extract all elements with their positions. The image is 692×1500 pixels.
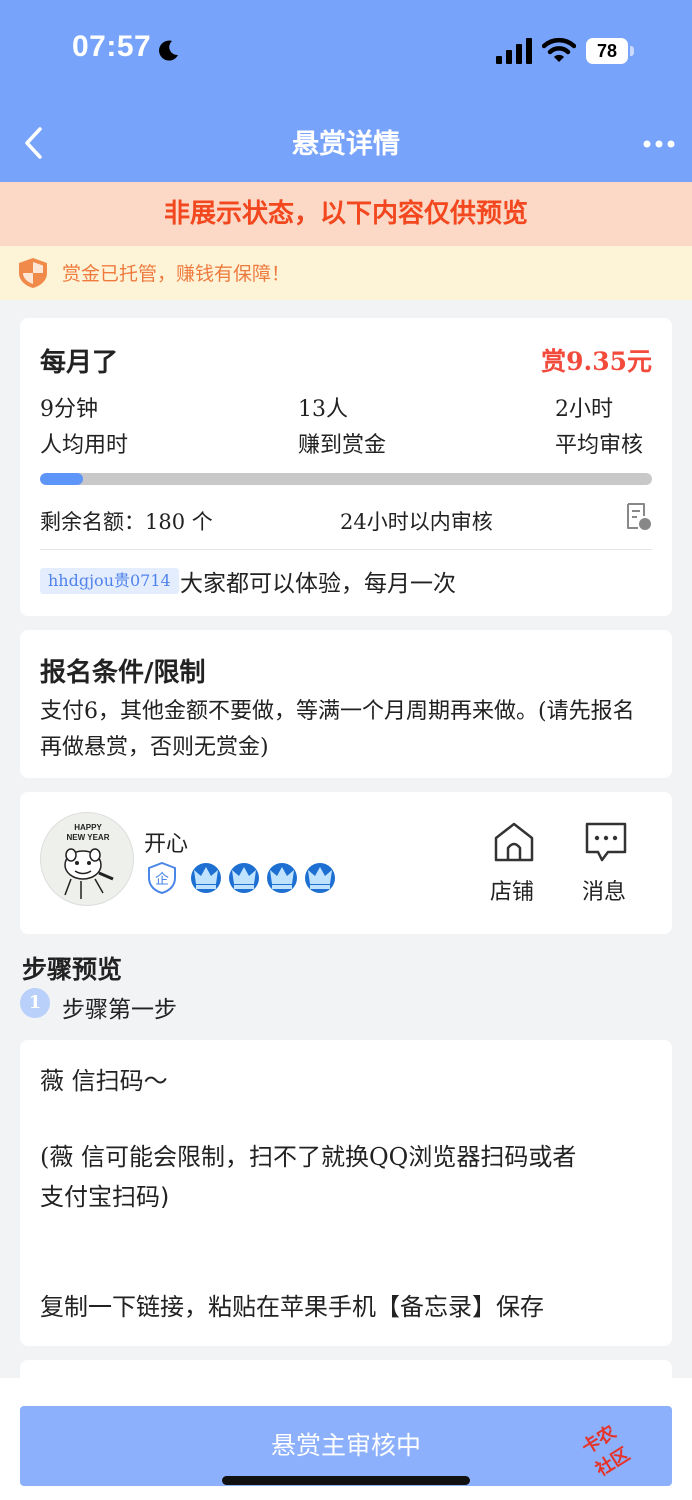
step-line: (薇 信可能会限制，扫不了就换QQ浏览器扫码或者: [40, 1143, 577, 1171]
crown-icon: [191, 863, 221, 893]
task-title: 每月了: [40, 348, 119, 378]
task-description: 大家都可以体验，每月一次: [180, 571, 456, 597]
enterprise-badge-icon: 企: [148, 862, 176, 894]
divider: [40, 549, 652, 550]
step-content-card: 薇 信扫码～ (薇 信可能会限制，扫不了就换QQ浏览器扫码或者 支付宝扫码) 复…: [20, 1040, 672, 1346]
step-label: 步骤第一步: [62, 997, 177, 1023]
stat-review: 2小时 平均审核: [555, 392, 643, 464]
requirements-title: 报名条件/限制: [40, 658, 206, 688]
requirements-body: 支付6，其他金额不要做，等满一个月周期再来做。(请先报名再做悬赏，否则无赏金): [40, 699, 635, 760]
step-number-badge: 1: [20, 988, 50, 1018]
steps-heading: 步骤预览: [22, 955, 123, 984]
stat-label: 平均审核: [555, 433, 644, 458]
document-icon[interactable]: [624, 502, 652, 532]
quota-progress-bar: [40, 473, 652, 485]
message-icon[interactable]: [584, 820, 628, 864]
crown-icon: [267, 863, 297, 893]
shop-icon[interactable]: [492, 820, 536, 864]
publisher-card: HAPPY NEW YEAR 开心 企 店铺 消息: [20, 792, 672, 934]
status-button[interactable]: 悬赏主审核中: [20, 1406, 672, 1486]
stat-value: 13人: [298, 397, 348, 422]
stat-value: 9分钟: [40, 397, 98, 422]
shop-button[interactable]: 店铺: [490, 874, 534, 906]
home-indicator: [222, 1476, 470, 1485]
step-line: 复制一下链接，粘贴在苹果手机【备忘录】保存: [40, 1293, 544, 1321]
task-card: 每月了 赏9.35元 9分钟 人均用时 13人 赚到赏金 2小时 平均审核 剩余…: [20, 318, 672, 616]
stat-earned: 13人 赚到赏金: [298, 392, 386, 464]
crown-icon: [305, 863, 335, 893]
header: 07:57 78 悬赏详情: [0, 0, 692, 182]
battery-tip: [630, 46, 634, 56]
avatar-illustration: HAPPY NEW YEAR: [64, 823, 114, 899]
reward-amount: 赏9.35元: [541, 347, 652, 376]
stat-label: 赚到赏金: [298, 433, 387, 458]
review-time: 24小时以内审核: [340, 510, 493, 534]
message-button[interactable]: 消息: [582, 874, 626, 906]
remaining-quota: 剩余名额：180 个: [40, 510, 213, 534]
task-tag: hhdgjou贵0714: [40, 568, 179, 594]
progress-fill: [40, 473, 83, 485]
page-title: 悬赏详情: [292, 129, 400, 160]
signal-icon: [496, 38, 532, 64]
stat-label: 人均用时: [40, 433, 129, 458]
escrow-notice: 赏金已托管，赚钱有保障！: [0, 246, 692, 300]
preview-banner: 非展示状态，以下内容仅供预览: [0, 182, 692, 246]
crown-icon: [229, 863, 259, 893]
badge-label: 企: [155, 871, 169, 888]
shield-icon: [19, 258, 47, 288]
moon-icon: [159, 40, 178, 61]
wifi-icon: [542, 37, 576, 62]
stat-value: 2小时: [555, 397, 613, 422]
avatar-text-line2: NEW YEAR: [67, 833, 110, 842]
avatar-text-line1: HAPPY: [74, 823, 102, 832]
more-icon[interactable]: [642, 134, 676, 154]
avatar[interactable]: HAPPY NEW YEAR: [40, 812, 134, 906]
escrow-text: 赏金已托管，赚钱有保障！: [62, 263, 291, 285]
stat-avg-time: 9分钟 人均用时: [40, 392, 128, 464]
step-line: 支付宝扫码): [40, 1183, 170, 1211]
step-line: 薇 信扫码～: [40, 1067, 168, 1095]
battery-indicator: 78: [586, 38, 628, 64]
status-time: 07:57: [72, 30, 152, 63]
publisher-name: 开心: [144, 832, 189, 857]
requirements-card: 报名条件/限制 支付6，其他金额不要做，等满一个月周期再来做。(请先报名再做悬赏…: [20, 630, 672, 778]
